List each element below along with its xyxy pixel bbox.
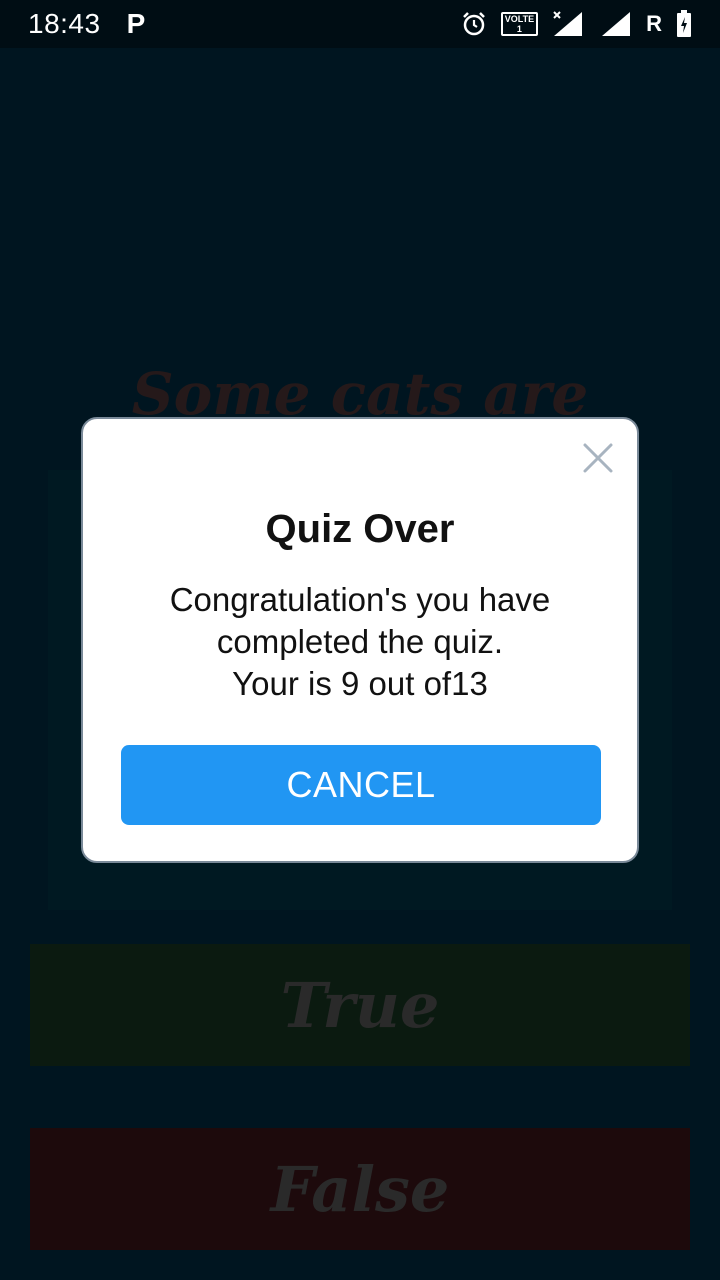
app-notification-icon: P (126, 8, 146, 39)
message-line-2: completed the quiz. (216, 623, 504, 660)
signal-x-icon (553, 11, 583, 36)
battery-charging-icon (677, 10, 691, 37)
quiz-over-dialog: Quiz Over Congratulation's you have comp… (81, 417, 639, 863)
volte-label: VOLTE (504, 14, 535, 24)
message-line-1: Congratulation's you have (169, 581, 551, 618)
dialog-title: Quiz Over (265, 507, 455, 551)
false-button[interactable]: False (30, 1128, 690, 1250)
true-button[interactable]: True (30, 944, 690, 1066)
roaming-indicator: R (646, 11, 662, 36)
status-time: 18:43 (28, 8, 101, 39)
cancel-button[interactable]: CANCEL (121, 745, 601, 825)
message-line-3: Your is 9 out of13 (232, 665, 488, 702)
dialog-message: Congratulation's you have completed the … (83, 579, 637, 705)
status-bar: 18:43 P VOLTE 1 R (0, 0, 720, 48)
status-left: 18:43 P (28, 8, 145, 40)
close-icon[interactable] (581, 441, 615, 475)
signal-icon (602, 12, 631, 36)
volte-icon: VOLTE 1 (500, 12, 539, 36)
status-right: VOLTE 1 R (461, 10, 692, 38)
volte-sub: 1 (516, 24, 522, 34)
alarm-icon (462, 12, 485, 36)
